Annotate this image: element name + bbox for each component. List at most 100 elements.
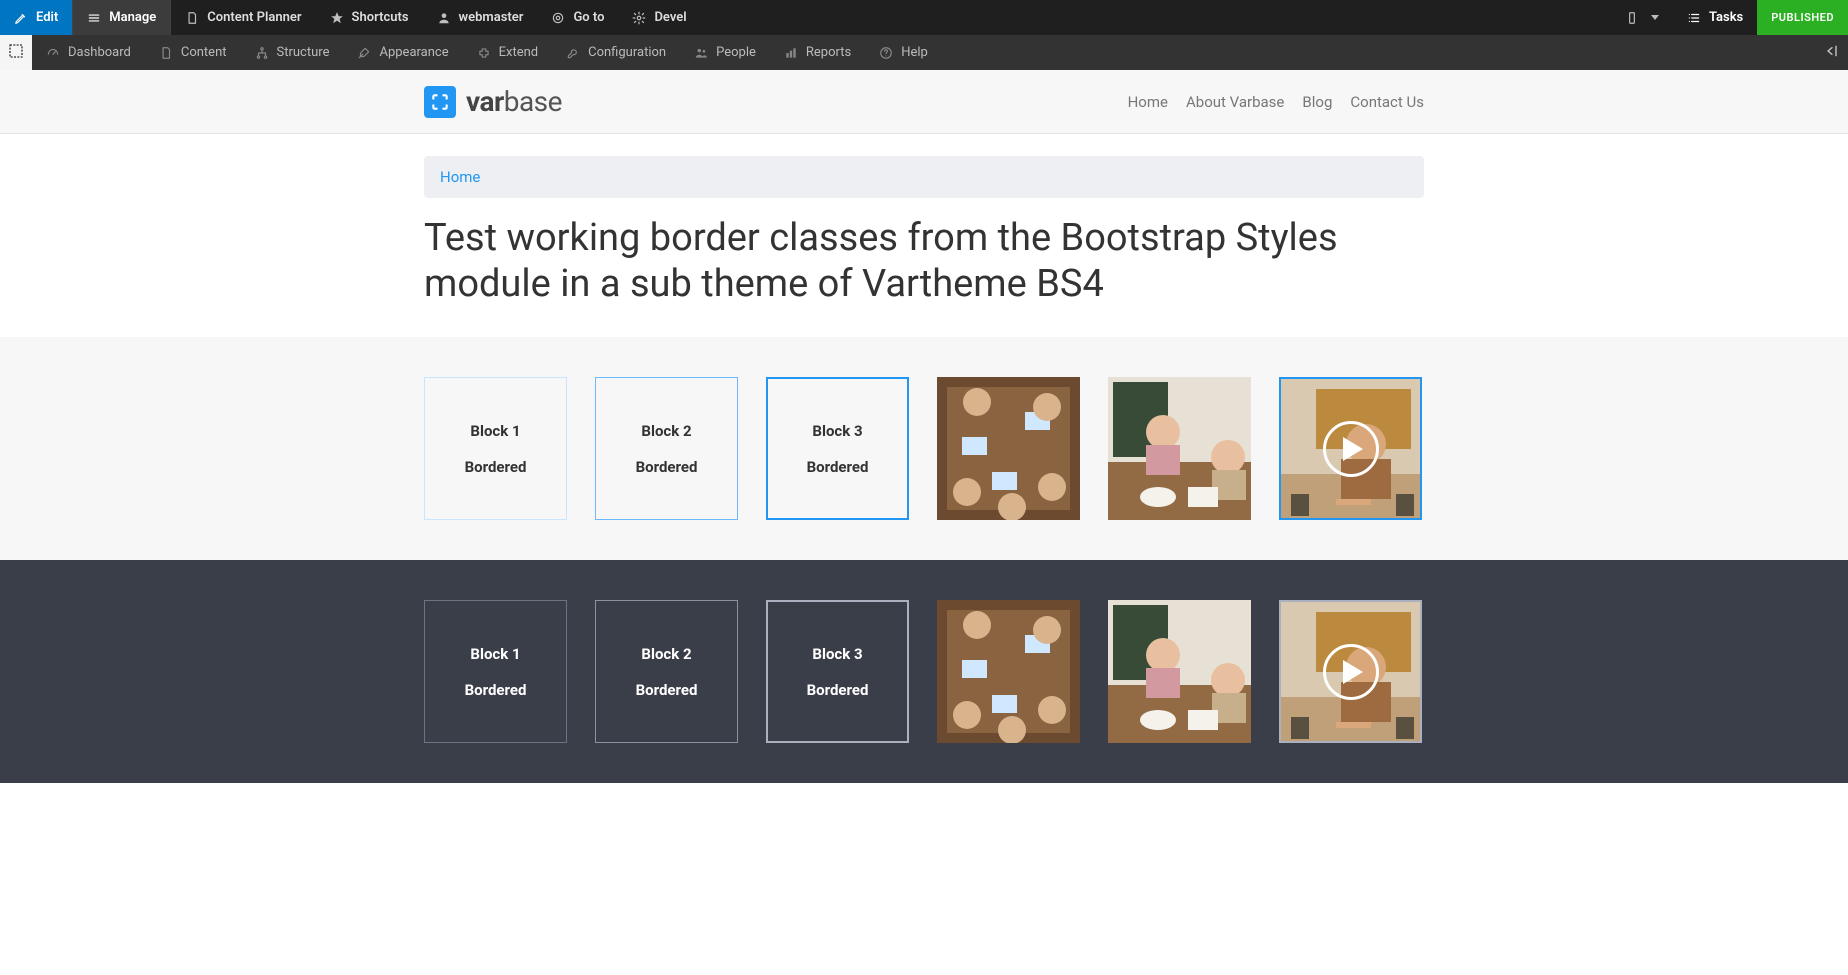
published-label: PUBLISHED <box>1771 11 1834 24</box>
people-icon <box>694 46 708 60</box>
manage-button[interactable]: Manage <box>73 0 171 35</box>
logo-mark-icon <box>424 86 456 118</box>
collapse-icon <box>1824 43 1840 63</box>
admin-menu: Dashboard Content Structure Appearance E… <box>0 35 1848 70</box>
video-block-6-light[interactable] <box>1279 377 1422 520</box>
manage-label: Manage <box>109 10 156 25</box>
image-block-5-dark <box>1108 600 1251 743</box>
target-icon <box>551 11 565 25</box>
hierarchy-icon <box>255 46 269 60</box>
devel-label: Devel <box>654 10 686 25</box>
reports-link[interactable]: Reports <box>770 35 865 70</box>
block-2-dark: Block 2 Bordered <box>595 600 738 743</box>
gauge-icon <box>46 46 60 60</box>
content-planner-button[interactable]: Content Planner <box>171 0 315 35</box>
shortcuts-button[interactable]: Shortcuts <box>316 0 423 35</box>
extend-link[interactable]: Extend <box>463 35 553 70</box>
section-dark: Block 1 Bordered Block 2 Bordered Block … <box>0 560 1848 783</box>
user-label: webmaster <box>459 10 524 25</box>
image-block-5-light <box>1108 377 1251 520</box>
goto-label: Go to <box>573 10 604 25</box>
list-icon <box>1687 11 1701 25</box>
block-3-light: Block 3 Bordered <box>766 377 909 520</box>
breadcrumb-home[interactable]: Home <box>440 168 480 186</box>
site-header: varbase Home About Varbase Blog Contact … <box>0 70 1848 134</box>
content-link[interactable]: Content <box>145 35 241 70</box>
star-icon <box>330 11 344 25</box>
edit-button[interactable]: Edit <box>0 0 73 35</box>
admin-toolbar: Edit Manage Content Planner Shortcuts we… <box>0 0 1848 35</box>
hamburger-icon <box>87 11 101 25</box>
block-title: Block 1 <box>470 645 520 663</box>
meeting-side-photo <box>1108 377 1251 520</box>
content-planner-label: Content Planner <box>207 10 301 25</box>
logo-text: varbase <box>466 85 562 118</box>
edit-label: Edit <box>36 10 58 25</box>
dashboard-label: Dashboard <box>68 45 131 60</box>
block-title: Block 2 <box>641 645 691 663</box>
block-1-light: Block 1 Bordered <box>424 377 567 520</box>
pencil-icon <box>14 11 28 25</box>
help-link[interactable]: Help <box>865 35 942 70</box>
dashed-square-icon <box>8 43 24 63</box>
paint-icon <box>357 46 371 60</box>
devel-button[interactable]: Devel <box>618 0 700 35</box>
structure-label: Structure <box>277 45 330 60</box>
block-subtitle: Bordered <box>465 681 527 699</box>
breadcrumb: Home <box>424 156 1424 198</box>
section-light: Block 1 Bordered Block 2 Bordered Block … <box>0 337 1848 560</box>
nav-home[interactable]: Home <box>1128 93 1168 111</box>
people-label: People <box>716 45 756 60</box>
structure-link[interactable]: Structure <box>241 35 344 70</box>
main-nav: Home About Varbase Blog Contact Us <box>1128 93 1424 111</box>
nav-contact[interactable]: Contact Us <box>1350 93 1424 111</box>
block-3-dark: Block 3 Bordered <box>766 600 909 743</box>
meeting-side-photo <box>1108 600 1251 743</box>
admin-home-button[interactable] <box>0 35 32 70</box>
nav-about[interactable]: About Varbase <box>1186 93 1284 111</box>
content-label: Content <box>181 45 227 60</box>
gear-icon <box>632 11 646 25</box>
document-icon <box>185 11 199 25</box>
block-2-light: Block 2 Bordered <box>595 377 738 520</box>
shortcuts-label: Shortcuts <box>352 10 409 25</box>
image-block-4-dark <box>937 600 1080 743</box>
phone-icon <box>1625 11 1639 25</box>
page-title: Test working border classes from the Boo… <box>424 216 1424 307</box>
help-label: Help <box>901 45 928 60</box>
goto-button[interactable]: Go to <box>537 0 618 35</box>
user-button[interactable]: webmaster <box>423 0 538 35</box>
block-title: Block 1 <box>470 422 520 440</box>
block-subtitle: Bordered <box>807 458 869 476</box>
people-link[interactable]: People <box>680 35 770 70</box>
appearance-label: Appearance <box>379 45 448 60</box>
appearance-link[interactable]: Appearance <box>343 35 462 70</box>
block-title: Block 3 <box>812 645 862 663</box>
meeting-top-photo <box>937 600 1080 743</box>
tasks-button[interactable]: Tasks <box>1673 0 1757 35</box>
extend-label: Extend <box>499 45 539 60</box>
published-badge[interactable]: PUBLISHED <box>1757 0 1848 35</box>
block-title: Block 2 <box>641 422 691 440</box>
meeting-top-photo <box>937 377 1080 520</box>
block-subtitle: Bordered <box>807 681 869 699</box>
site-logo[interactable]: varbase <box>424 85 562 118</box>
chevron-down-icon <box>1651 15 1659 20</box>
bar-chart-icon <box>784 46 798 60</box>
video-block-6-dark[interactable] <box>1279 600 1422 743</box>
collapse-menu-button[interactable] <box>1816 35 1848 70</box>
user-icon <box>437 11 451 25</box>
configuration-label: Configuration <box>588 45 666 60</box>
block-subtitle: Bordered <box>636 681 698 699</box>
dashboard-link[interactable]: Dashboard <box>32 35 145 70</box>
wrench-icon <box>566 46 580 60</box>
nav-blog[interactable]: Blog <box>1302 93 1332 111</box>
question-icon <box>879 46 893 60</box>
reports-label: Reports <box>806 45 851 60</box>
configuration-link[interactable]: Configuration <box>552 35 680 70</box>
block-title: Block 3 <box>812 422 862 440</box>
block-subtitle: Bordered <box>465 458 527 476</box>
block-1-dark: Block 1 Bordered <box>424 600 567 743</box>
device-preview-button[interactable] <box>1611 0 1673 35</box>
block-subtitle: Bordered <box>636 458 698 476</box>
